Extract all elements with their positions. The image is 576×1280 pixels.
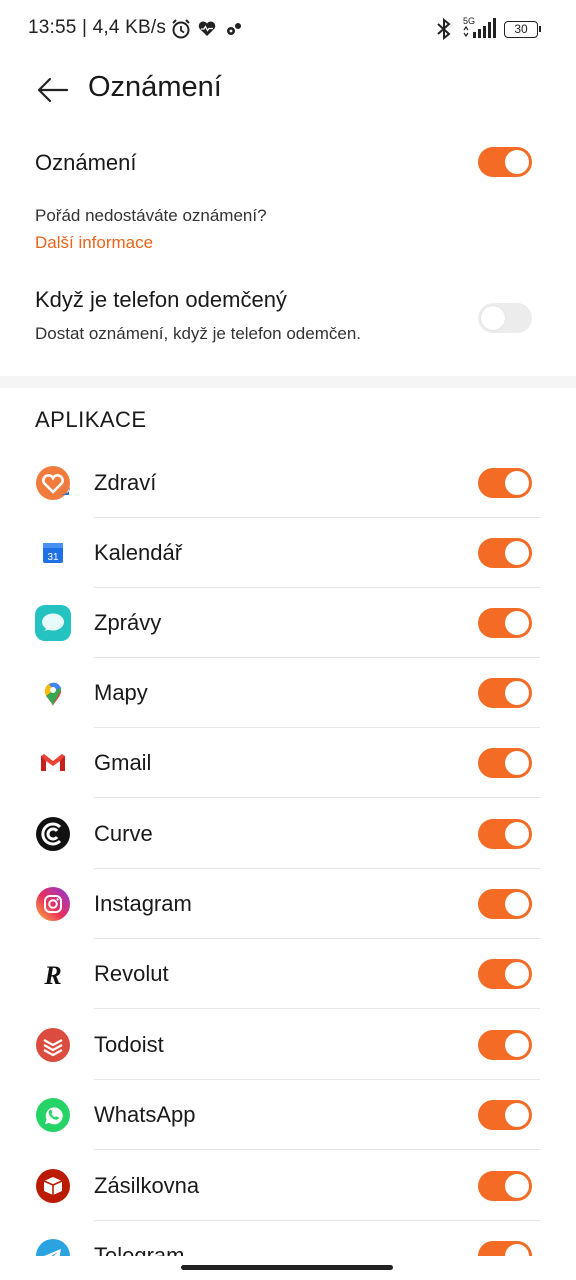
app-toggle[interactable] — [478, 1100, 532, 1130]
app-toggle[interactable] — [478, 678, 532, 708]
app-row-zpravy[interactable]: Zprávy — [0, 588, 576, 658]
app-row-zasilkovna[interactable]: Zásilkovna — [0, 1151, 576, 1221]
app-row-revolut[interactable]: R Revolut — [0, 939, 576, 1009]
notifications-toggle[interactable] — [478, 147, 532, 177]
app-toggle[interactable] — [478, 748, 532, 778]
apps-section-title: APLIKACE — [35, 407, 147, 432]
app-header: Oznámení — [0, 60, 576, 120]
app-name: Instagram — [94, 891, 192, 916]
telegram-icon — [35, 1238, 71, 1256]
app-toggle[interactable] — [478, 468, 532, 498]
app-toggle[interactable] — [478, 1030, 532, 1060]
todoist-icon — [35, 1027, 71, 1063]
app-row-instagram[interactable]: Instagram — [0, 869, 576, 939]
app-toggle[interactable] — [478, 1171, 532, 1201]
app-toggle[interactable] — [478, 608, 532, 638]
whatsapp-icon — [35, 1097, 71, 1133]
unlocked-toggle[interactable] — [478, 303, 532, 333]
app-row-mapy[interactable]: Mapy — [0, 658, 576, 728]
page-title: Oznámení — [88, 71, 222, 103]
instagram-icon — [35, 886, 71, 922]
alarm-icon — [170, 16, 192, 42]
app-name: Telegram — [94, 1243, 185, 1256]
app-row-todoist[interactable]: Todoist — [0, 1010, 576, 1080]
unlocked-subtitle: Dostat oznámení, když je telefon odemčen… — [35, 324, 362, 343]
sync-icon — [224, 16, 244, 42]
revolut-icon: R — [35, 956, 71, 992]
app-name: WhatsApp — [94, 1102, 196, 1127]
app-name: Zprávy — [94, 610, 162, 635]
app-name: Zásilkovna — [94, 1173, 200, 1198]
calendar-icon: 31 — [35, 535, 71, 571]
network-label: 5G — [463, 16, 475, 26]
app-toggle[interactable] — [478, 819, 532, 849]
app-name: Curve — [94, 821, 153, 846]
curve-icon — [35, 816, 71, 852]
heart-icon — [197, 16, 217, 42]
bluetooth-icon — [434, 16, 454, 42]
app-name: Revolut — [94, 961, 169, 986]
svg-text:R: R — [43, 961, 61, 990]
maps-icon — [35, 675, 71, 711]
app-name: Kalendář — [94, 540, 183, 565]
home-indicator[interactable] — [181, 1265, 393, 1270]
app-row-zdravi[interactable]: Zdraví — [0, 448, 576, 518]
back-button[interactable] — [34, 70, 74, 110]
gmail-icon — [35, 745, 71, 781]
battery-level: 30 — [504, 20, 538, 38]
app-toggle[interactable] — [478, 1241, 532, 1256]
more-info-link[interactable]: Další informace — [35, 233, 153, 253]
app-name: Todoist — [94, 1032, 164, 1057]
status-time-speed: 13:55 | 4,4 KB/s — [28, 17, 167, 38]
app-toggle[interactable] — [478, 959, 532, 989]
help-text: Pořád nedostáváte oznámení? — [35, 206, 267, 225]
app-row-telegram[interactable]: Telegram — [0, 1232, 576, 1256]
app-toggle[interactable] — [478, 538, 532, 568]
section-separator — [0, 376, 576, 388]
status-bar: 13:55 | 4,4 KB/s 5G 30 — [0, 0, 576, 60]
battery-icon: 30 — [504, 16, 541, 42]
back-arrow-icon — [37, 77, 69, 103]
notifications-label: Oznámení — [35, 150, 137, 175]
app-row-kalendar[interactable]: 31 Kalendář — [0, 518, 576, 588]
app-row-whatsapp[interactable]: WhatsApp — [0, 1080, 576, 1150]
app-row-gmail[interactable]: Gmail — [0, 728, 576, 798]
unlocked-label: Když je telefon odemčený — [35, 287, 287, 312]
health-icon — [35, 465, 71, 501]
app-name: Mapy — [94, 680, 148, 705]
svg-text:31: 31 — [47, 552, 59, 563]
list-clip: Telegram — [0, 1232, 576, 1256]
signal-icon: 5G — [461, 14, 499, 40]
app-name: Zdraví — [94, 470, 157, 495]
zasilkovna-icon — [35, 1168, 71, 1204]
app-toggle[interactable] — [478, 889, 532, 919]
app-name: Gmail — [94, 750, 152, 775]
app-row-curve[interactable]: Curve — [0, 799, 576, 869]
messages-icon — [35, 605, 71, 641]
